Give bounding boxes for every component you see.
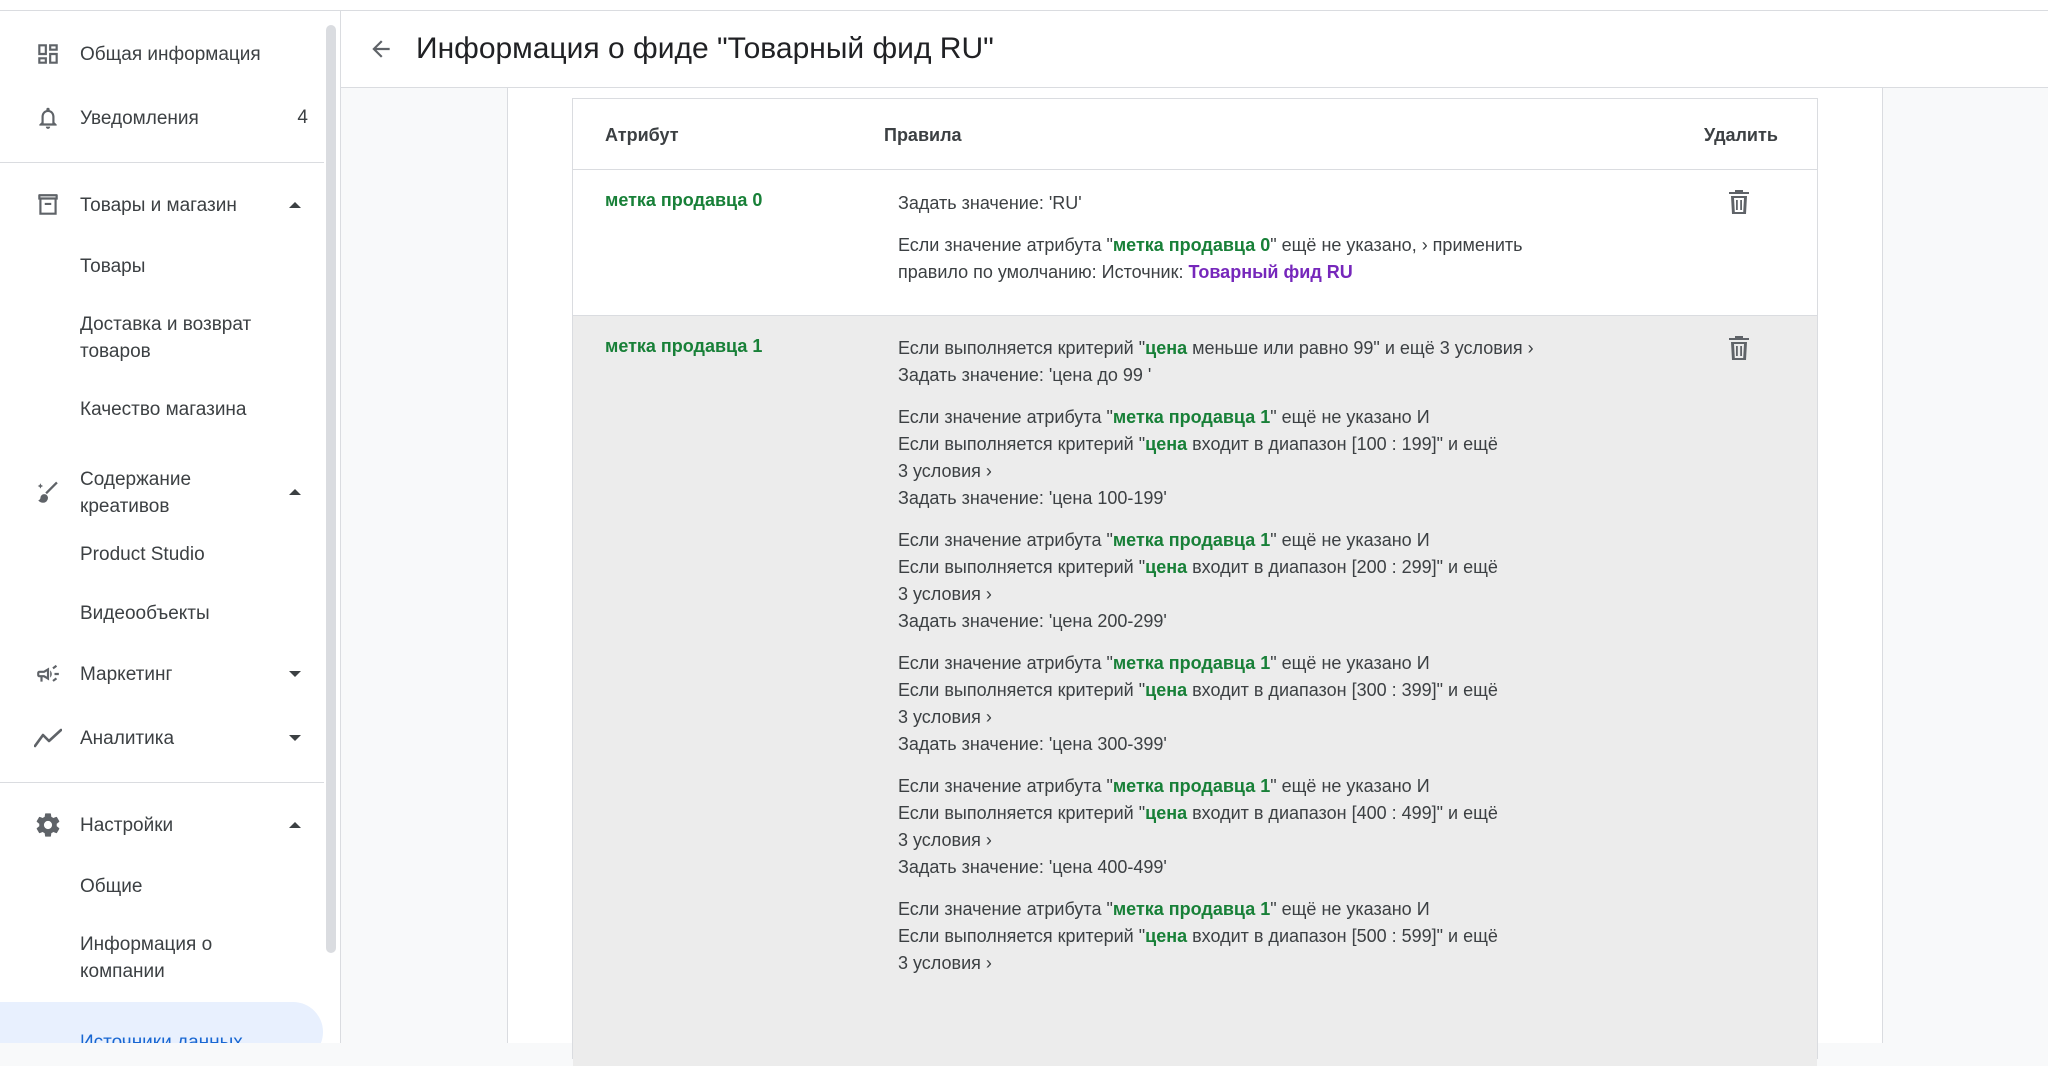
sidebar-item-notifications[interactable]: Уведомления 4 bbox=[0, 86, 322, 150]
rule-group[interactable]: Если значение атрибута "метка продавца 1… bbox=[898, 896, 1598, 977]
rule-condition: Если выполняется критерий "цена входит в… bbox=[898, 557, 1498, 577]
archive-icon bbox=[33, 190, 63, 220]
sidebar-item-video-objects[interactable]: Видеообъекты bbox=[80, 600, 210, 627]
sidebar-item-label: Аналитика bbox=[80, 727, 175, 749]
rule-set-value: Задать значение: 'цена 100-199' bbox=[898, 488, 1167, 508]
trash-icon bbox=[1729, 336, 1749, 360]
back-button[interactable] bbox=[363, 31, 399, 67]
sidebar-section-settings[interactable]: Настройки bbox=[0, 793, 322, 857]
megaphone-icon bbox=[33, 659, 63, 689]
page-header: Информация о фиде "Товарный фид RU" bbox=[341, 11, 2048, 88]
sidebar-nav: Общая информация Уведомления 4 Товары и … bbox=[0, 11, 341, 1043]
rule-condition: Если значение атрибута "метка продавца 1… bbox=[898, 899, 1430, 919]
rule-condition: Если выполняется критерий "цена меньше и… bbox=[898, 338, 1534, 358]
rule-condition: Если выполняется критерий "цена входит в… bbox=[898, 803, 1498, 823]
rule-set-value: Задать значение: 'цена до 99 ' bbox=[898, 365, 1152, 385]
rule-group: Задать значение: 'RU' bbox=[898, 190, 1598, 217]
rule-default-source: правило по умолчанию: Источник: Товарный… bbox=[898, 262, 1353, 282]
rule-condition: Если значение атрибута "метка продавца 1… bbox=[898, 530, 1430, 550]
sidebar-section-products[interactable]: Товары и магазин bbox=[0, 173, 322, 237]
column-header-attribute: Атрибут bbox=[605, 125, 679, 145]
rule-more-conditions: 3 условия › bbox=[898, 830, 992, 850]
caret-down-icon bbox=[288, 667, 302, 681]
sidebar-item-shipping-returns[interactable]: Доставка и возврат товаров bbox=[80, 311, 280, 365]
rule-group[interactable]: Если значение атрибута "метка продавца 1… bbox=[898, 404, 1598, 512]
rule-group[interactable]: Если значение атрибута "метка продавца 1… bbox=[898, 650, 1598, 758]
top-strip bbox=[0, 0, 2048, 11]
rule-set-value: Задать значение: 'цена 400-499' bbox=[898, 857, 1167, 877]
sidebar-item-label: Уведомления bbox=[80, 107, 199, 129]
rule-set-value: Задать значение: 'цена 300-399' bbox=[898, 734, 1167, 754]
caret-up-icon bbox=[288, 485, 302, 499]
trash-icon bbox=[1729, 190, 1749, 214]
sidebar-section-marketing[interactable]: Маркетинг bbox=[0, 642, 322, 706]
sidebar-item-data-sources[interactable]: Источники данных bbox=[0, 1002, 323, 1043]
sidebar-item-general[interactable]: Общие bbox=[80, 873, 142, 900]
sidebar-item-label: Маркетинг bbox=[80, 663, 173, 685]
rule-group[interactable]: Если значение атрибута "метка продавца 1… bbox=[898, 773, 1598, 881]
table-row: метка продавца 1 Если выполняется критер… bbox=[573, 316, 1817, 1066]
delete-button[interactable] bbox=[1723, 186, 1755, 218]
page-title: Информация о фиде "Товарный фид RU" bbox=[416, 32, 994, 65]
sidebar-item-label: Настройки bbox=[80, 814, 174, 836]
attribute-name: метка продавца 1 bbox=[605, 336, 763, 356]
sidebar-item-company-info[interactable]: Информация о компании bbox=[80, 931, 260, 985]
sidebar-item-label: Товары и магазин bbox=[80, 194, 237, 216]
rule-more-conditions: 3 условия › bbox=[898, 707, 992, 727]
attribute-name: метка продавца 0 bbox=[605, 190, 763, 210]
rule-group[interactable]: Если выполняется критерий "цена меньше и… bbox=[898, 335, 1598, 389]
rule-more-conditions: 3 условия › bbox=[898, 461, 992, 481]
caret-up-icon bbox=[288, 198, 302, 212]
rule-condition: Если выполняется критерий "цена входит в… bbox=[898, 926, 1498, 946]
column-header-delete: Удалить bbox=[1704, 125, 1778, 145]
sidebar-item-label: Содержание креативов bbox=[80, 469, 192, 517]
caret-down-icon bbox=[288, 731, 302, 745]
sidebar-divider bbox=[0, 162, 324, 163]
table-row: метка продавца 0 Задать значение: 'RU' Е… bbox=[573, 170, 1817, 316]
rule-group[interactable]: Если значение атрибута "метка продавца 0… bbox=[898, 232, 1598, 286]
sidebar-item-label: Общая информация bbox=[80, 43, 261, 65]
rules-cell: Если выполняется критерий "цена меньше и… bbox=[898, 335, 1598, 992]
rule-condition: Если выполняется критерий "цена входит в… bbox=[898, 680, 1498, 700]
sidebar-item-store-quality[interactable]: Качество магазина bbox=[80, 396, 247, 423]
dashboard-icon bbox=[33, 39, 63, 69]
rules-table: Атрибут Правила Удалить метка продавца 0… bbox=[572, 98, 1818, 1066]
sidebar-item-overview[interactable]: Общая информация bbox=[0, 22, 322, 86]
rule-more-conditions: 3 условия › bbox=[898, 584, 992, 604]
rule-condition: Если значение атрибута "метка продавца 1… bbox=[898, 776, 1430, 796]
main-card: Атрибут Правила Удалить метка продавца 0… bbox=[507, 88, 1883, 1066]
sidebar-section-creatives[interactable]: Содержание креативов bbox=[0, 453, 322, 533]
arrow-back-icon bbox=[372, 40, 390, 58]
gear-icon bbox=[33, 810, 63, 840]
rule-set-value: Задать значение: 'цена 200-299' bbox=[898, 611, 1167, 631]
column-header-rules: Правила bbox=[884, 125, 962, 145]
rule-condition: Если значение атрибута "метка продавца 1… bbox=[898, 407, 1430, 427]
sidebar-section-analytics[interactable]: Аналитика bbox=[0, 706, 322, 770]
rule-condition: Если выполняется критерий "цена входит в… bbox=[898, 434, 1498, 454]
source-link[interactable]: Товарный фид RU bbox=[1189, 262, 1353, 282]
rule-condition: Если значение атрибута "метка продавца 0… bbox=[898, 235, 1523, 255]
sidebar-item-product-studio[interactable]: Product Studio bbox=[80, 541, 205, 568]
trending-line-icon bbox=[33, 723, 63, 753]
rule-more-conditions: 3 условия › bbox=[898, 953, 992, 973]
brush-sparkle-icon bbox=[33, 478, 63, 508]
sidebar-item-products[interactable]: Товары bbox=[80, 253, 145, 280]
rule-set-value: Задать значение: 'RU' bbox=[898, 193, 1082, 213]
caret-up-icon bbox=[288, 818, 302, 832]
bell-icon bbox=[33, 103, 63, 133]
notification-count-badge: 4 bbox=[297, 107, 308, 128]
rules-cell: Задать значение: 'RU' Если значение атри… bbox=[898, 190, 1598, 301]
sidebar-scrollbar[interactable] bbox=[326, 25, 336, 953]
sidebar-item-label: Источники данных bbox=[80, 1032, 243, 1043]
rule-condition: Если значение атрибута "метка продавца 1… bbox=[898, 653, 1430, 673]
delete-button[interactable] bbox=[1723, 332, 1755, 364]
sidebar-divider bbox=[0, 782, 324, 783]
rule-group[interactable]: Если значение атрибута "метка продавца 1… bbox=[898, 527, 1598, 635]
